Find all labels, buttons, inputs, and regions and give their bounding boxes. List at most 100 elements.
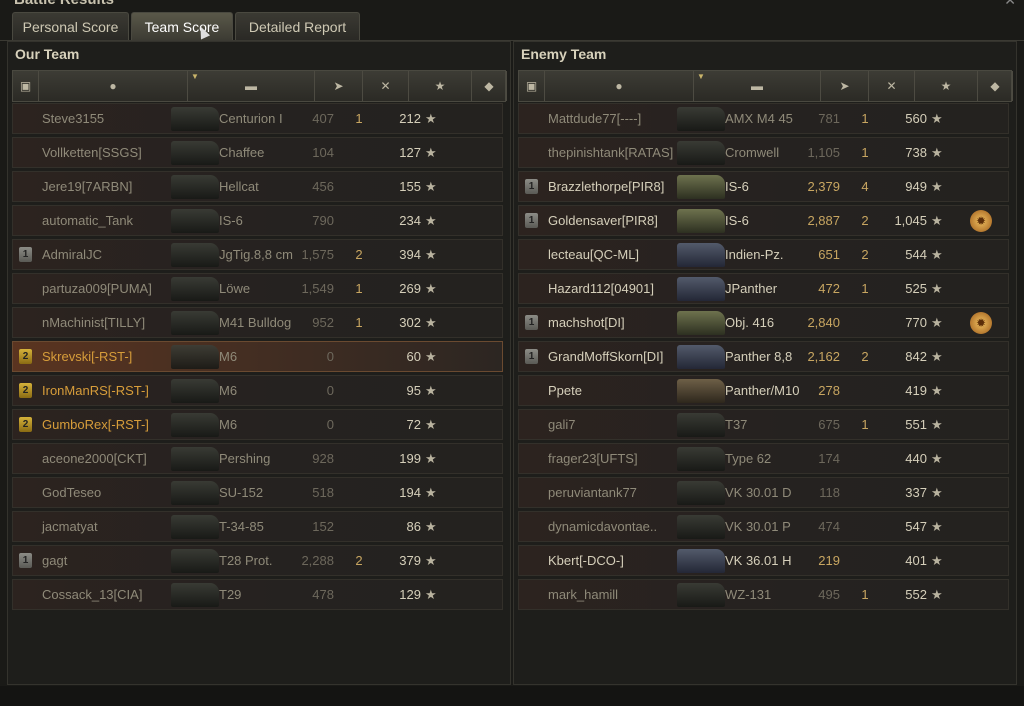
kills-icon-column-header[interactable]: ✕: [363, 71, 409, 101]
xp-star-icon: ★: [425, 553, 437, 568]
xp-star-icon: ★: [425, 383, 437, 398]
player-row[interactable]: 1 AdmiralJC JgTig.8,8 cm 1,575 2 394 ★: [12, 239, 503, 270]
player-row[interactable]: gali7 T37 675 1 551 ★: [518, 409, 1009, 440]
tank-image: [677, 141, 725, 165]
player-name: nMachinist[TILLY]: [42, 315, 146, 330]
tank-icon: ▬: [751, 79, 763, 93]
player-row[interactable]: mark_hamill WZ-131 495 1 552 ★: [518, 579, 1009, 610]
medal-icon[interactable]: ✹: [970, 312, 992, 334]
xp-value: 234: [399, 213, 421, 228]
player-icon-column-header[interactable]: ●: [39, 71, 188, 101]
damage-icon-column-header[interactable]: ➤: [315, 71, 363, 101]
xp-star-icon: ★: [940, 79, 952, 93]
tank-image: [171, 141, 219, 165]
kills-value: 1: [861, 587, 869, 602]
xp-star-icon: ★: [425, 451, 437, 466]
player-name: gali7: [548, 417, 576, 432]
sort-arrow-icon: ▼: [697, 72, 705, 81]
damage-value: 152: [312, 519, 334, 534]
xp-value: 199: [399, 451, 421, 466]
kills-icon: ✕: [380, 79, 391, 93]
tank-name: Chaffee: [219, 145, 265, 160]
tank-icon-column-header[interactable]: ▬ ▼: [694, 71, 821, 101]
platoon-icon-column-header[interactable]: ▣: [13, 71, 39, 101]
damage-icon-column-header[interactable]: ➤: [821, 71, 869, 101]
medal-icon-column-header[interactable]: ◆: [472, 71, 507, 101]
player-row[interactable]: 1 GrandMoffSkorn[DI] Panther 8,8 2,162 2 842 ★: [518, 341, 1009, 372]
player-row[interactable]: automatic_Tank IS-6 790 234 ★: [12, 205, 503, 236]
tab-team-score[interactable]: Team Score: [131, 12, 233, 40]
player-row[interactable]: Ppete Panther/M10 278 419 ★: [518, 375, 1009, 406]
xp-star-icon: ★: [931, 383, 943, 398]
kills-icon-column-header[interactable]: ✕: [869, 71, 915, 101]
tank-image: [677, 447, 725, 471]
player-row[interactable]: Hazard112[04901] JPanther 472 1 525 ★: [518, 273, 1009, 304]
player-name: GrandMoffSkorn[DI]: [548, 349, 664, 364]
player-row[interactable]: Mattdude77[----] AMX M4 45 781 1 560 ★: [518, 103, 1009, 134]
player-row[interactable]: 2 GumboRex[-RST-] M6 0 72 ★: [12, 409, 503, 440]
xp-value: 544: [905, 247, 927, 262]
player-row[interactable]: partuza009[PUMA] Löwe 1,549 1 269 ★: [12, 273, 503, 304]
player-row[interactable]: dynamicdavontae.. VK 30.01 P 474 547 ★: [518, 511, 1009, 542]
player-row[interactable]: peruviantank77 VK 30.01 D 118 337 ★: [518, 477, 1009, 508]
our-team-header: ▣ ● ▬ ▼ ➤ ✕ ★ ◆: [12, 70, 507, 102]
tab-personal-score[interactable]: Personal Score: [12, 12, 129, 40]
tank-image: [171, 481, 219, 505]
tank-name: Centurion I: [219, 111, 283, 126]
kills-value: [349, 444, 369, 473]
player-icon-column-header[interactable]: ●: [545, 71, 694, 101]
xp-value: 194: [399, 485, 421, 500]
damage-value: 474: [818, 519, 840, 534]
tank-image: [171, 311, 219, 335]
player-name: gagt: [42, 553, 68, 568]
damage-value: 518: [312, 485, 334, 500]
platoon-badge-icon: 1: [19, 553, 32, 568]
platoon-icon-column-header[interactable]: ▣: [519, 71, 545, 101]
player-row[interactable]: 1 Goldensaver[PIR8] IS-6 2,887 2 1,045 ★ ✹: [518, 205, 1009, 236]
player-row[interactable]: Steve3155 Centurion I 407 1 212 ★: [12, 103, 503, 134]
tank-image: [677, 583, 725, 607]
xp-value: 337: [905, 485, 927, 500]
damage-value: 278: [818, 383, 840, 398]
player-row[interactable]: GodTeseo SU-152 518 194 ★: [12, 477, 503, 508]
player-name: Kbert[-DCO-]: [548, 553, 624, 568]
damage-value: 0: [326, 417, 334, 432]
player-row[interactable]: 2 Skrevski[-RST-] M6 0 60 ★: [12, 341, 503, 372]
player-row[interactable]: Cossack_13[CIA] T29 478 129 ★: [12, 579, 503, 610]
player-row[interactable]: 1 Brazzlethorpe[PIR8] IS-6 2,379 4 949 ★: [518, 171, 1009, 202]
player-row[interactable]: aceone2000[CKT] Pershing 928 199 ★: [12, 443, 503, 474]
medal-icon-column-header[interactable]: ◆: [978, 71, 1013, 101]
tank-icon-column-header[interactable]: ▬ ▼: [188, 71, 315, 101]
xp-star-icon-column-header[interactable]: ★: [915, 71, 978, 101]
bottom-bar: [0, 686, 1024, 706]
player-name: Brazzlethorpe[PIR8]: [548, 179, 665, 194]
player-row[interactable]: Kbert[-DCO-] VK 36.01 H 219 401 ★: [518, 545, 1009, 576]
player-row[interactable]: Jere19[7ARBN] Hellcat 456 155 ★: [12, 171, 503, 202]
tab-detailed-report[interactable]: Detailed Report: [235, 12, 360, 40]
player-row[interactable]: Vollketten[SSGS] Chaffee 104 127 ★: [12, 137, 503, 168]
xp-value: 525: [905, 281, 927, 296]
player-row[interactable]: 1 machshot[DI] Obj. 416 2,840 770 ★ ✹: [518, 307, 1009, 338]
kills-value: [855, 478, 875, 507]
medal-icon[interactable]: ✹: [970, 210, 992, 232]
player-row[interactable]: frager23[UFTS] Type 62 174 440 ★: [518, 443, 1009, 474]
damage-icon: ➤: [839, 79, 850, 93]
xp-star-icon: ★: [425, 587, 437, 602]
xp-star-icon: ★: [931, 145, 943, 160]
player-row[interactable]: jacmatyat T-34-85 152 86 ★: [12, 511, 503, 542]
player-row[interactable]: lecteau[QC-ML] Indien-Pz. 651 2 544 ★: [518, 239, 1009, 270]
player-name: Ppete: [548, 383, 582, 398]
damage-icon: ➤: [333, 79, 344, 93]
player-row[interactable]: thepinishtank[RATAS] Cromwell 1,105 1 738 ★: [518, 137, 1009, 168]
damage-value: 407: [312, 111, 334, 126]
xp-star-icon-column-header[interactable]: ★: [409, 71, 472, 101]
xp-star-icon: ★: [931, 179, 943, 194]
player-row[interactable]: nMachinist[TILLY] M41 Bulldog 952 1 302 ★: [12, 307, 503, 338]
close-icon[interactable]: ✕: [1004, 0, 1016, 9]
player-row[interactable]: 2 IronManRS[-RST-] M6 0 95 ★: [12, 375, 503, 406]
player-name: mark_hamill: [548, 587, 619, 602]
player-row[interactable]: 1 gagt T28 Prot. 2,288 2 379 ★: [12, 545, 503, 576]
damage-value: 928: [312, 451, 334, 466]
kills-value: [855, 512, 875, 541]
tank-image: [171, 583, 219, 607]
